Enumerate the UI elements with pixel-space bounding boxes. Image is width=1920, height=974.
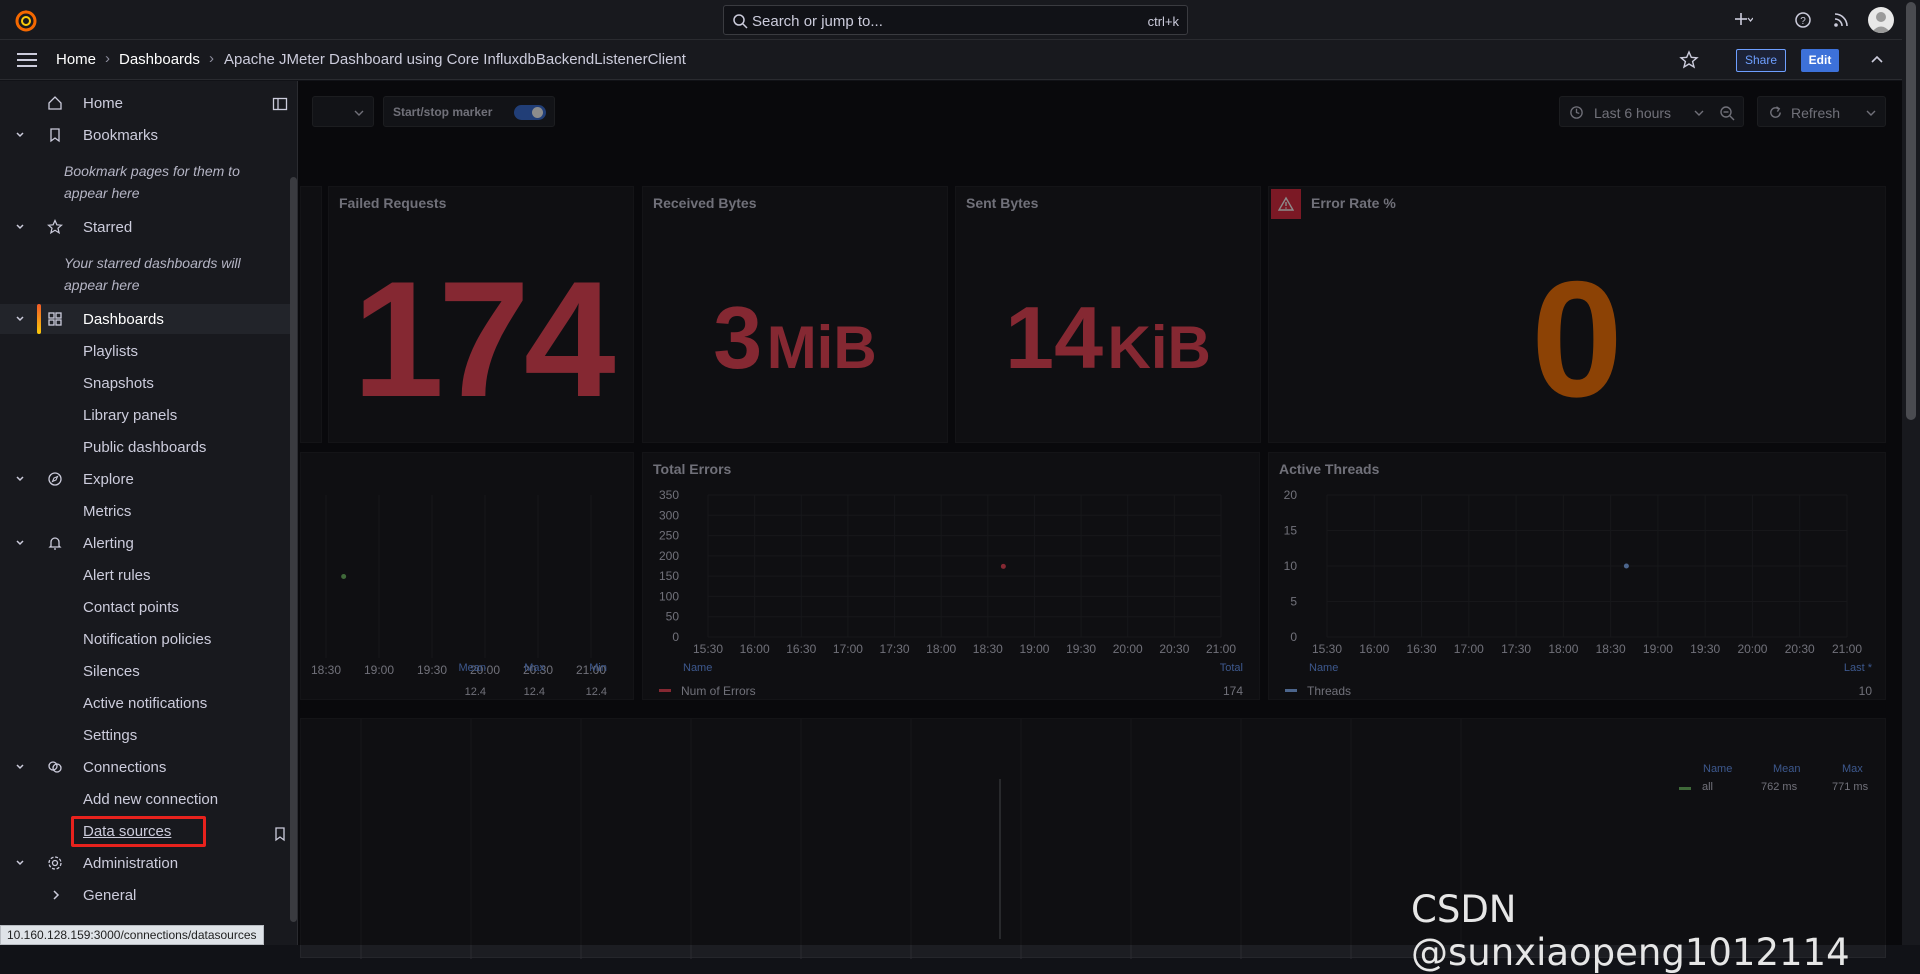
svg-text:?: ?	[1800, 16, 1806, 27]
chevron-down-icon[interactable]	[13, 128, 27, 142]
breadcrumb-dashboards[interactable]: Dashboards	[119, 51, 200, 68]
sidebar-item-label: General	[83, 887, 137, 904]
cog-icon	[48, 856, 62, 870]
page-scrollbar-thumb[interactable]	[1906, 2, 1916, 420]
chevron-right-icon: ›	[105, 50, 110, 67]
annotation-highlight-box	[71, 816, 206, 847]
sidebar-item-silences[interactable]: Silences	[83, 663, 140, 680]
sidebar-item-active-notifications[interactable]: Active notifications	[83, 695, 207, 712]
connections-icon	[48, 761, 62, 773]
bookmarks-empty-note: Bookmark pages for them to appear here	[64, 163, 240, 201]
sidebar-item-alert-rules[interactable]: Alert rules	[83, 567, 151, 584]
chevron-down-icon[interactable]	[13, 856, 27, 870]
sidebar-item-connections[interactable]: Connections	[0, 752, 290, 782]
top-bar: Search or jump to... ctrl+k ?	[0, 0, 1920, 40]
active-indicator	[37, 304, 41, 334]
bookmark-icon	[50, 128, 60, 143]
share-button[interactable]: Share	[1736, 49, 1786, 72]
sidebar-item-starred[interactable]: Starred	[0, 212, 290, 242]
chevron-down-icon[interactable]	[13, 760, 27, 774]
sidebar-item-label: Starred	[83, 219, 133, 236]
sidebar-item-explore[interactable]: Explore	[0, 464, 290, 494]
grafana-logo-icon[interactable]	[14, 8, 38, 32]
sidebar-item-label: Dashboards	[83, 311, 164, 328]
sidebar-item-administration[interactable]: Administration	[0, 848, 290, 878]
bell-icon	[48, 537, 62, 550]
starred-empty-note: Your starred dashboards will appear here	[64, 255, 241, 293]
chevron-down-icon[interactable]	[13, 536, 27, 550]
sidebar-item-add-new-connection[interactable]: Add new connection	[83, 791, 218, 808]
chevron-down-icon[interactable]	[13, 220, 27, 234]
star-icon[interactable]	[1679, 50, 1699, 70]
chevron-up-icon[interactable]	[1869, 52, 1885, 68]
help-icon[interactable]: ?	[1793, 10, 1813, 30]
user-icon	[1871, 12, 1891, 33]
search-shortcut: ctrl+k	[1147, 14, 1179, 29]
sidebar-scrollbar[interactable]	[290, 177, 297, 922]
bookmark-icon[interactable]	[273, 826, 287, 842]
sidebar-item-snapshots[interactable]: Snapshots	[83, 375, 154, 392]
sidebar-item-label: Alerting	[83, 535, 134, 552]
search-input[interactable]: Search or jump to... ctrl+k	[723, 5, 1188, 35]
sidebar-item-label: Administration	[83, 855, 179, 872]
sidebar-item-label: Home	[83, 95, 124, 112]
sidebar-item-public-dashboards[interactable]: Public dashboards	[83, 439, 206, 456]
sidebar-item-settings[interactable]: Settings	[83, 727, 137, 744]
search-icon	[733, 14, 748, 29]
menu-icon[interactable]	[17, 53, 37, 67]
user-avatar[interactable]	[1868, 7, 1894, 33]
sidebar-item-library-panels[interactable]: Library panels	[83, 407, 177, 424]
chevron-down-icon[interactable]	[13, 472, 27, 486]
sidebar-item-label: Explore	[83, 471, 134, 488]
page-scrollbar[interactable]	[1902, 0, 1920, 945]
chevron-right-icon: ›	[209, 50, 214, 67]
sidebar-item-label: Bookmarks	[83, 127, 159, 144]
chevron-right-icon[interactable]	[49, 888, 63, 902]
sidebar-item-notification-policies[interactable]: Notification policies	[83, 631, 211, 648]
status-url-bar: 10.160.128.159:3000/connections/datasour…	[0, 925, 264, 945]
watermark-text: CSDN @sunxiaopeng1012114	[1411, 888, 1850, 974]
sidebar-item-bookmarks[interactable]: Bookmarks	[0, 120, 290, 150]
edit-button[interactable]: Edit	[1801, 49, 1839, 72]
plus-icon[interactable]	[1733, 10, 1753, 30]
compass-icon	[48, 472, 62, 486]
breadcrumb-bar: Home › Dashboards › Apache JMeter Dashbo…	[0, 40, 1902, 80]
sidebar-item-playlists[interactable]: Playlists	[83, 343, 138, 360]
chevron-down-icon[interactable]	[13, 312, 27, 326]
sidebar-item-contact-points[interactable]: Contact points	[83, 599, 179, 616]
sidebar-item-label: Connections	[83, 759, 167, 776]
news-feed-icon[interactable]	[1831, 10, 1851, 30]
dashboards-grid-icon	[48, 312, 62, 326]
breadcrumb-current: Apache JMeter Dashboard using Core Influ…	[224, 51, 686, 68]
sidebar-item-dashboards[interactable]: Dashboards	[0, 304, 290, 334]
star-icon	[47, 219, 63, 235]
sidebar-item-metrics[interactable]: Metrics	[83, 503, 131, 520]
search-placeholder: Search or jump to...	[752, 13, 883, 30]
sidebar-item-home[interactable]: Home	[0, 88, 290, 118]
sidebar-item-general[interactable]: General	[0, 880, 290, 910]
sidebar-item-alerting[interactable]: Alerting	[0, 528, 290, 558]
home-icon	[48, 96, 62, 110]
dock-menu-icon[interactable]	[272, 96, 288, 112]
breadcrumb-home[interactable]: Home	[56, 51, 96, 68]
